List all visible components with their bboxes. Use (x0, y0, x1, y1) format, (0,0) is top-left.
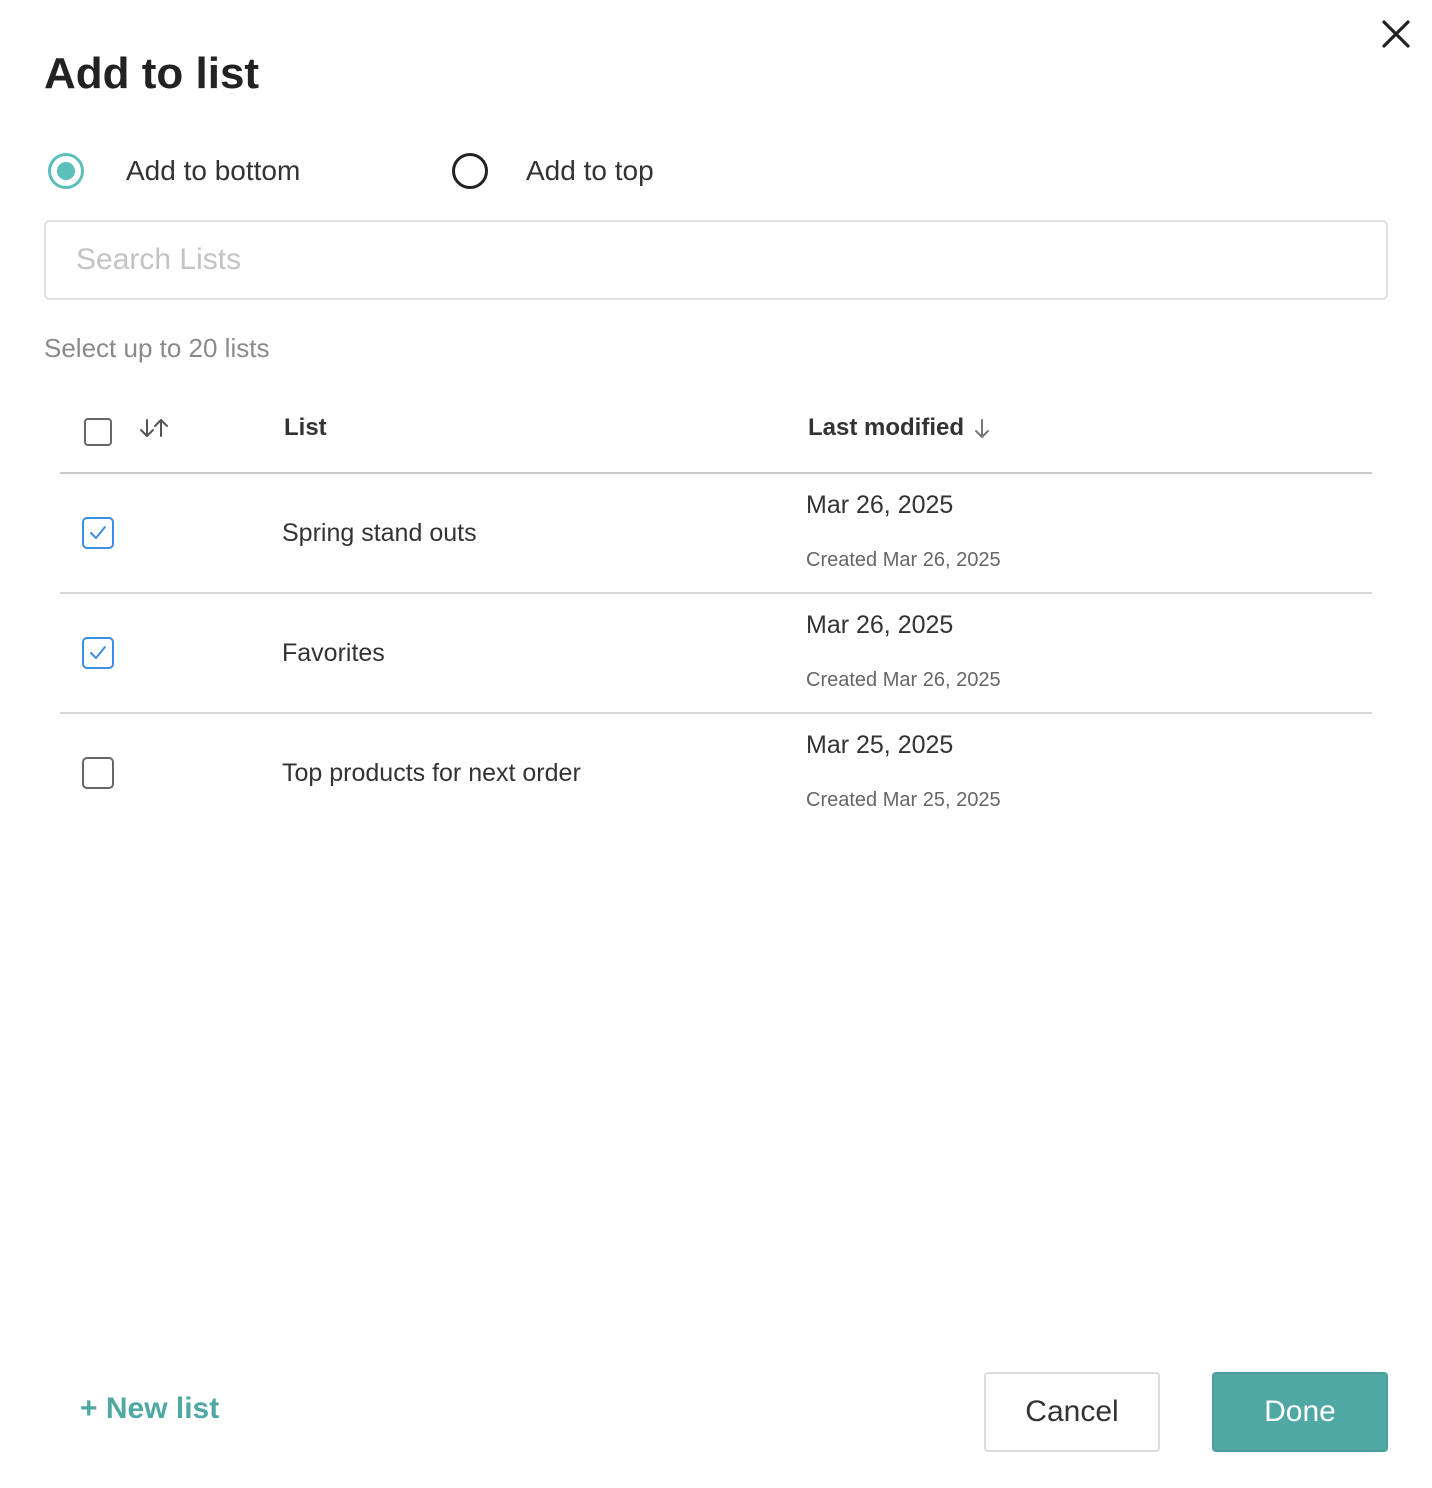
list-name: Favorites (282, 639, 385, 667)
radio-button-unchecked[interactable] (452, 153, 488, 189)
done-button[interactable]: Done (1212, 1372, 1388, 1452)
selection-hint: Select up to 20 lists (44, 333, 270, 363)
search-input[interactable] (46, 222, 1386, 298)
created-date: Created Mar 25, 2025 (806, 789, 1001, 811)
sort-arrows-icon[interactable] (138, 416, 170, 447)
search-box (44, 220, 1388, 300)
placement-radio-group: Add to bottom Add to top (46, 147, 746, 195)
created-date: Created Mar 26, 2025 (806, 549, 1001, 571)
list-name: Top products for next order (282, 759, 581, 787)
last-modified-date: Mar 25, 2025 (806, 731, 954, 759)
last-modified-date: Mar 26, 2025 (806, 611, 954, 639)
last-modified-date: Mar 26, 2025 (806, 491, 954, 519)
arrow-down-icon[interactable] (972, 416, 992, 447)
column-header-last-modified[interactable]: Last modified (808, 414, 964, 442)
radio-add-to-top[interactable]: Add to top (452, 147, 654, 195)
close-icon (1382, 20, 1410, 48)
checkmark-icon (90, 526, 106, 539)
radio-label-add-to-bottom: Add to bottom (126, 155, 301, 186)
list-name: Spring stand outs (282, 519, 477, 547)
table-header: List Last modified (60, 390, 1372, 474)
new-list-link[interactable]: + New list (80, 1388, 219, 1430)
column-header-list[interactable]: List (284, 414, 327, 442)
row-checkbox[interactable] (82, 517, 114, 549)
dialog-title: Add to list (44, 49, 260, 98)
row-checkbox[interactable] (82, 757, 114, 789)
cancel-button[interactable]: Cancel (984, 1372, 1160, 1452)
table-row[interactable]: Spring stand outs Mar 26, 2025 Created M… (60, 474, 1372, 594)
table-row[interactable]: Favorites Mar 26, 2025 Created Mar 26, 2… (60, 594, 1372, 714)
select-all-checkbox[interactable] (84, 418, 112, 446)
radio-label-add-to-top: Add to top (526, 155, 654, 186)
row-checkbox[interactable] (82, 637, 114, 669)
radio-button-checked[interactable] (48, 153, 84, 189)
radio-add-to-bottom[interactable]: Add to bottom (48, 147, 300, 195)
close-button[interactable] (1373, 12, 1419, 58)
checkmark-icon (90, 646, 106, 659)
table-row[interactable]: Top products for next order Mar 25, 2025… (60, 714, 1372, 832)
lists-table: List Last modified Spring stand outs Mar… (60, 390, 1372, 832)
created-date: Created Mar 26, 2025 (806, 669, 1001, 691)
